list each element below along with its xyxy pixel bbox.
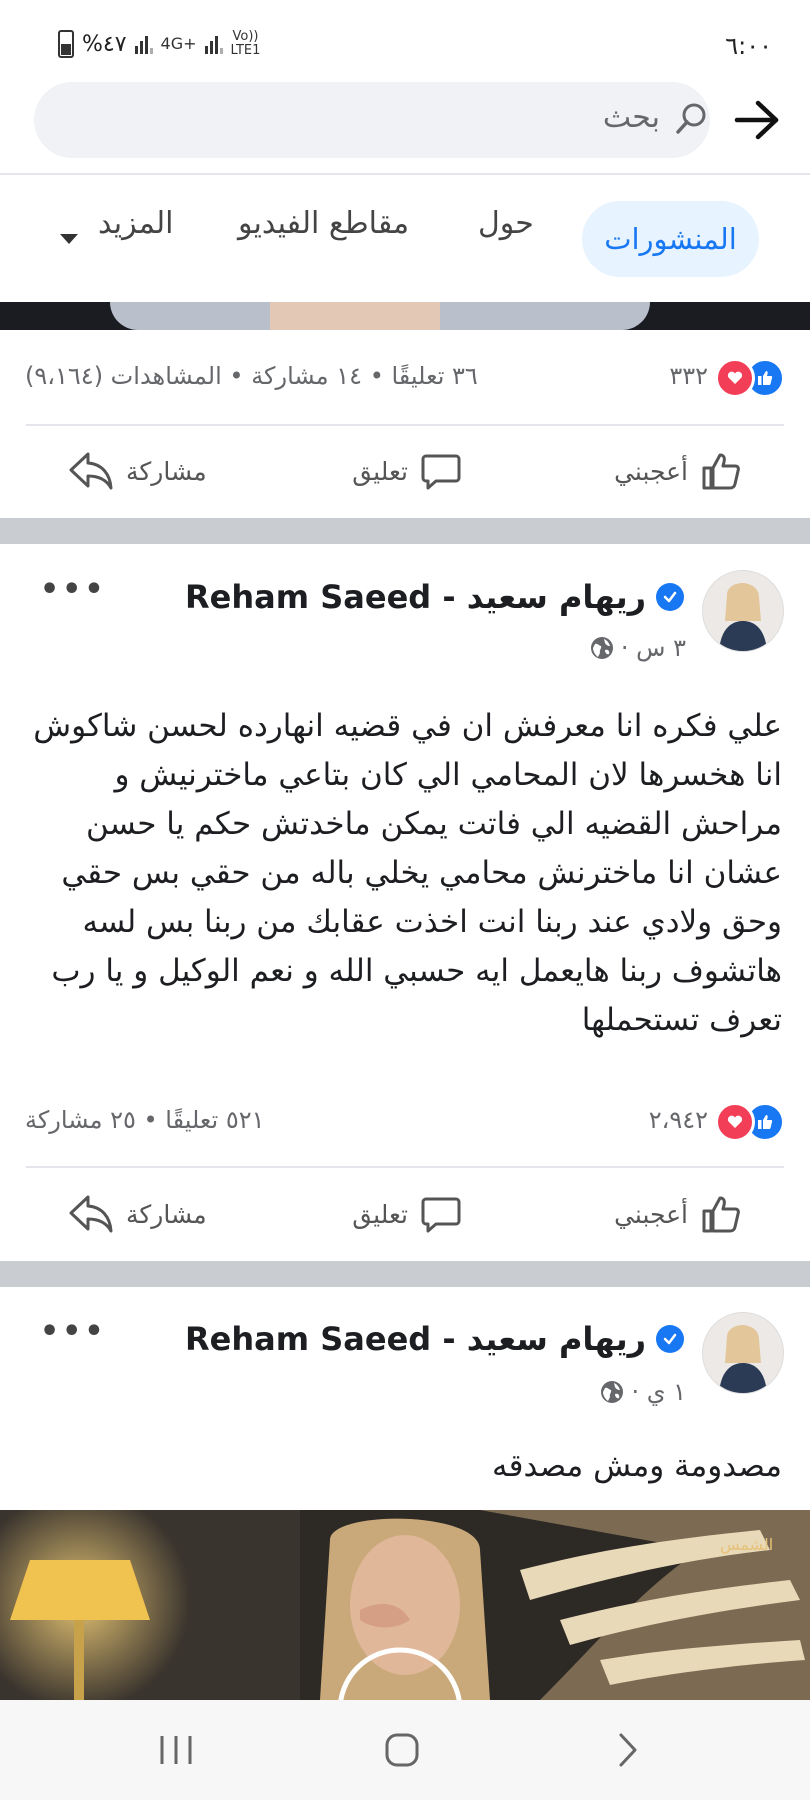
svg-text:الشمس: الشمس [720,1535,773,1555]
reaction-count[interactable]: ٢،٩٤٢ [649,1106,708,1134]
share-label: مشاركة [126,1199,207,1229]
status-indicators: %٤٧ 4G+ Vo)) LTE1 [58,30,260,58]
like-button[interactable]: أعجبني [614,1193,742,1235]
thumbs-up-icon [702,453,740,490]
post-text-line: عشان انا ماخترنش محامي يخلي باله من حقي … [61,855,782,891]
post-stats[interactable]: ٣٦ تعليقًا • ١٤ مشاركة • المشاهدات (٩،١٦… [25,362,478,390]
reaction-count[interactable]: ٣٣٢ [669,362,708,390]
back-nav-icon[interactable] [616,1732,640,1772]
reaction-icons[interactable] [715,358,785,398]
network-type: 4G+ [160,34,197,53]
home-icon[interactable] [384,1732,420,1772]
love-reaction-icon [715,1102,755,1142]
love-reaction-icon [715,358,755,398]
post-image[interactable]: الشمس [0,1510,810,1700]
post-author-line[interactable]: Reham Saeed - ريهام سعيد [185,1320,684,1358]
share-label: مشاركة [126,456,207,486]
search-placeholder: بحث [602,100,660,135]
tab-about[interactable]: حول [478,206,534,241]
signal-icon [134,34,153,54]
post-time: ٣ س · [620,634,686,662]
verified-icon [656,583,684,611]
stats-divider [26,1166,784,1168]
share-icon [69,1195,113,1233]
post-meta[interactable]: ٣ س · [589,634,686,662]
globe-icon [601,1381,624,1403]
signal-icon-2 [204,34,223,54]
post-text: علي فكره انا معرفش ان في قضيه انهارده لح… [22,702,782,1045]
post-author-line[interactable]: Reham Saeed - ريهام سعيد [185,578,684,616]
post-text-line: وحق ولادي عند ربنا انت اخذت عقابك من ربن… [82,904,782,940]
avatar[interactable] [702,570,784,652]
like-label: أعجبني [614,1199,688,1229]
comment-button[interactable]: تعليق [352,1193,462,1235]
recent-apps-icon[interactable] [158,1734,194,1770]
avatar[interactable] [702,1312,784,1394]
thumbs-up-icon [702,1196,740,1233]
chevron-down-icon [60,234,78,244]
reaction-icons[interactable] [715,1102,785,1142]
comment-button[interactable]: تعليق [352,450,462,492]
author-name[interactable]: Reham Saeed - ريهام سعيد [185,578,646,616]
tab-more[interactable]: المزيد [98,206,173,241]
back-arrow-icon[interactable] [734,100,780,144]
comment-label: تعليق [352,1199,408,1229]
comment-label: تعليق [352,456,408,486]
post-text-line: تعرف تستحملها [581,1002,782,1038]
globe-icon [590,637,613,659]
more-options-icon[interactable]: ••• [40,1314,107,1349]
verified-icon [656,1325,684,1353]
post-text: مصدومة ومش مصدقه [492,1448,782,1484]
share-button[interactable]: مشاركة [68,450,207,492]
more-options-icon[interactable]: ••• [40,572,107,607]
comment-icon [421,454,461,490]
post-meta[interactable]: ١ ي · [599,1378,686,1406]
battery-icon [58,30,74,58]
post-text-line: علي فكره انا معرفش ان في قضيه انهارده لح… [33,708,782,744]
stats-divider [26,424,784,426]
post-separator [0,1261,810,1287]
search-icon [674,101,710,141]
volte-indicator: Vo)) LTE1 [230,29,261,58]
tab-videos[interactable]: مقاطع الفيديو [238,206,409,241]
post-text-line: انا هخسرها لان المحامي الي كان بتاعي ماخ… [114,757,782,793]
share-button[interactable]: مشاركة [68,1193,207,1235]
post-text-line: مراحش القضيه الي فاتت يمكن ماخدتش حكم يا… [86,806,782,842]
like-label: أعجبني [614,456,688,486]
tab-posts-label: المنشورات [604,222,737,256]
like-button[interactable]: أعجبني [614,450,742,492]
share-icon [69,452,113,490]
post-image[interactable] [0,302,810,330]
comment-icon [421,1197,461,1233]
post-stats[interactable]: ٥٢١ تعليقًا • ٢٥ مشاركة [25,1106,265,1134]
status-time: ٦:٠٠ [725,32,772,60]
post-time: ١ ي · [631,1378,686,1406]
battery-level: %٤٧ [82,31,127,57]
author-name[interactable]: Reham Saeed - ريهام سعيد [185,1320,646,1358]
post-separator [0,518,810,544]
header-divider [0,173,810,175]
post-text-line: هاتشوف ربنا هايعمل ايه حسبي الله و نعم ا… [51,953,782,989]
